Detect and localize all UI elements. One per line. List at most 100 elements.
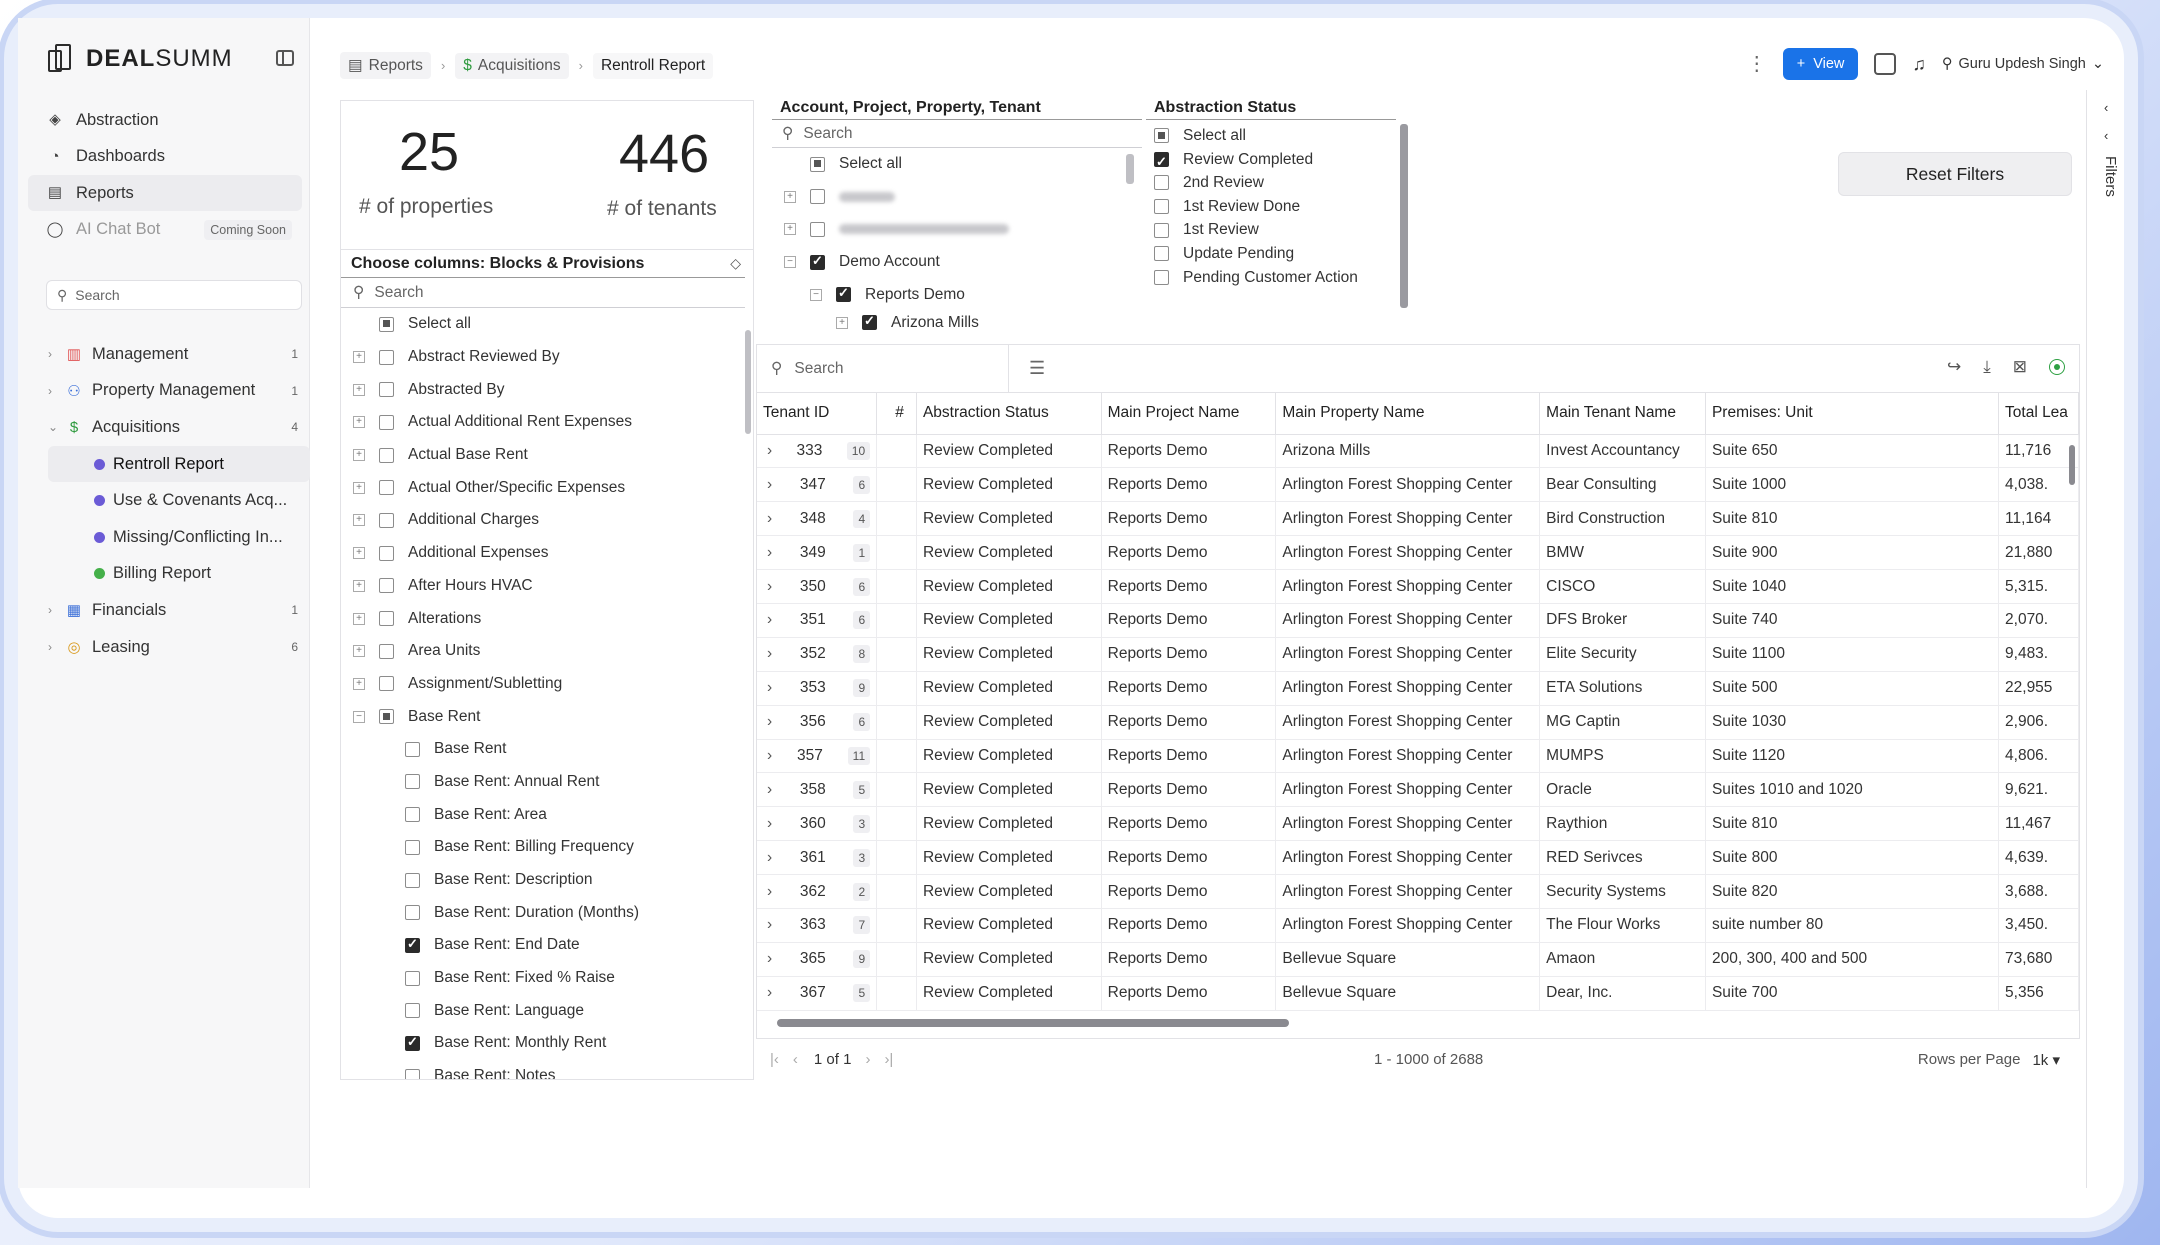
column-item[interactable]: + Actual Base Rent — [341, 439, 753, 472]
column-header[interactable]: Total Lea — [1998, 393, 2079, 435]
checkbox[interactable] — [379, 709, 394, 725]
column-item[interactable]: + Additional Charges — [341, 504, 753, 537]
account-row-demo-account[interactable]: −Demo Account — [772, 246, 1142, 279]
column-sub-item[interactable]: Base Rent: Billing Frequency — [341, 831, 753, 864]
expand-row-icon[interactable]: › — [767, 578, 772, 596]
checkbox[interactable] — [862, 313, 877, 331]
live-status-icon[interactable] — [2049, 359, 2065, 375]
headset-icon[interactable]: ♫ — [1912, 54, 1926, 75]
status-option[interactable]: 1st Review Done — [1154, 195, 1426, 219]
account-filter-scrollbar[interactable] — [1126, 154, 1134, 184]
table-row[interactable]: › 350 6 Review Completed Reports Demo Arlingt… — [757, 569, 2079, 604]
tree-item-financials[interactable]: › ▦ Financials 1 — [48, 592, 310, 629]
column-sub-item[interactable]: Base Rent: Language — [341, 994, 753, 1027]
column-item[interactable]: + Assignment/Subletting — [341, 668, 753, 701]
column-header[interactable]: Premises: Unit — [1705, 393, 2000, 435]
checkbox[interactable] — [379, 611, 394, 627]
report-settings-icon[interactable] — [1874, 53, 1897, 75]
checkbox[interactable] — [810, 189, 825, 205]
column-item[interactable]: + Alterations — [341, 602, 753, 635]
column-select-all[interactable]: Select all — [341, 308, 753, 341]
filter-icon[interactable]: ☰ — [1029, 358, 1045, 379]
checkbox[interactable] — [379, 643, 394, 659]
status-filter-scrollbar[interactable] — [1400, 124, 1408, 308]
account-filter-search[interactable]: ⚲ Search — [772, 120, 1142, 148]
table-row[interactable]: › 352 8 Review Completed Reports Demo Arlingt… — [757, 637, 2079, 672]
column-sub-item[interactable]: Base Rent — [341, 733, 753, 766]
status-option[interactable]: Review Completed — [1154, 148, 1426, 174]
checkbox[interactable] — [379, 349, 394, 365]
tree-item-use-covenants[interactable]: Use & Covenants Acq... — [48, 482, 310, 519]
expand-row-icon[interactable]: › — [767, 645, 772, 663]
eraser-icon[interactable]: ◇ — [730, 255, 741, 272]
table-row[interactable]: › 348 4 Review Completed Reports Demo Arlingt… — [757, 501, 2079, 537]
expand-row-icon[interactable]: › — [767, 544, 772, 562]
checkbox[interactable] — [836, 285, 851, 303]
column-sub-item[interactable]: Base Rent: Annual Rent — [341, 766, 753, 799]
column-sub-item[interactable]: Base Rent: Description — [341, 864, 753, 897]
expand-row-icon[interactable]: › — [767, 510, 772, 528]
tree-item-property-management[interactable]: › ⚇ Property Management 1 — [48, 373, 310, 410]
checkbox[interactable] — [405, 1034, 420, 1051]
checkbox[interactable] — [405, 872, 420, 888]
checkbox[interactable] — [379, 447, 394, 463]
more-vertical-icon[interactable]: ⋮ — [1747, 54, 1767, 74]
checkbox[interactable] — [379, 676, 394, 692]
first-page-icon[interactable]: |‹ — [770, 1051, 779, 1068]
expand-row-icon[interactable]: › — [767, 849, 772, 867]
next-page-icon[interactable]: › — [865, 1051, 870, 1068]
checkbox[interactable] — [379, 316, 394, 332]
checkbox[interactable] — [379, 480, 394, 496]
sidebar-collapse-icon[interactable] — [276, 50, 294, 66]
status-option[interactable]: Update Pending — [1154, 242, 1426, 266]
column-item[interactable]: + Additional Expenses — [341, 537, 753, 570]
tree-item-acquisitions[interactable]: ⌄ $ Acquisitions 4 — [48, 409, 310, 446]
account-select-all[interactable]: Select all — [772, 148, 1142, 181]
column-item[interactable]: + Abstracted By — [341, 373, 753, 406]
expand-row-icon[interactable]: › — [767, 781, 772, 799]
column-sub-item[interactable]: Base Rent: End Date — [341, 929, 753, 962]
checkbox[interactable] — [405, 839, 420, 855]
expand-row-icon[interactable]: › — [767, 984, 772, 1002]
filters-side-tab[interactable]: ‹ ‹ Filters — [2098, 100, 2122, 210]
table-row[interactable]: › 351 6 Review Completed Reports Demo Arlingt… — [757, 603, 2079, 638]
expand-icon[interactable]: + — [784, 190, 796, 203]
table-row[interactable]: › 349 1 Review Completed Reports Demo Arlingt… — [757, 535, 2079, 571]
checkbox[interactable] — [405, 741, 420, 757]
checkbox[interactable] — [379, 545, 394, 561]
checkbox[interactable] — [379, 578, 394, 594]
share-icon[interactable]: ↪ — [1947, 357, 1961, 377]
checkbox[interactable] — [405, 970, 420, 986]
checkbox[interactable] — [1154, 175, 1169, 191]
brand-logo[interactable]: DEALSUMM — [46, 42, 233, 76]
hide-columns-icon[interactable]: ⊠ — [2013, 357, 2027, 377]
checkbox[interactable] — [810, 253, 825, 270]
checkbox[interactable] — [379, 414, 394, 430]
account-row-arizona-mills[interactable]: +Arizona Mills — [772, 311, 1142, 335]
column-header[interactable]: # — [876, 393, 917, 435]
column-item[interactable]: + Actual Other/Specific Expenses — [341, 471, 753, 504]
table-row[interactable]: › 363 7 Review Completed Reports Demo Arlingt… — [757, 908, 2079, 943]
expand-icon[interactable]: + — [353, 481, 365, 494]
column-item[interactable]: + Actual Additional Rent Expenses — [341, 406, 753, 439]
expand-row-icon[interactable]: › — [767, 442, 772, 460]
expand-row-icon[interactable]: › — [767, 713, 772, 731]
checkbox[interactable] — [810, 221, 825, 237]
expand-icon[interactable]: + — [353, 547, 365, 560]
reset-filters-button[interactable]: Reset Filters — [1838, 152, 2072, 196]
tree-item-management[interactable]: › ▥ Management 1 — [48, 336, 310, 373]
collapse-icon[interactable]: − — [784, 256, 796, 269]
column-list-scrollbar[interactable] — [745, 330, 751, 434]
expand-icon[interactable]: + — [353, 645, 365, 658]
table-row[interactable]: › 357 11 Review Completed Reports Demo Arling… — [757, 739, 2079, 774]
checkbox[interactable] — [405, 807, 420, 823]
account-row-reports-demo[interactable]: −Reports Demo — [772, 278, 1142, 311]
status-option[interactable]: Pending Customer Action — [1154, 266, 1426, 290]
column-item[interactable]: − Base Rent — [341, 700, 753, 733]
expand-icon[interactable]: + — [353, 351, 365, 364]
column-item[interactable]: + Abstract Reviewed By — [341, 341, 753, 374]
expand-icon[interactable]: + — [353, 514, 365, 527]
prev-page-icon[interactable]: ‹ — [793, 1051, 798, 1068]
table-row[interactable]: › 358 5 Review Completed Reports Demo Arlingt… — [757, 772, 2079, 808]
table-row[interactable]: › 356 6 Review Completed Reports Demo Arlingt… — [757, 705, 2079, 740]
